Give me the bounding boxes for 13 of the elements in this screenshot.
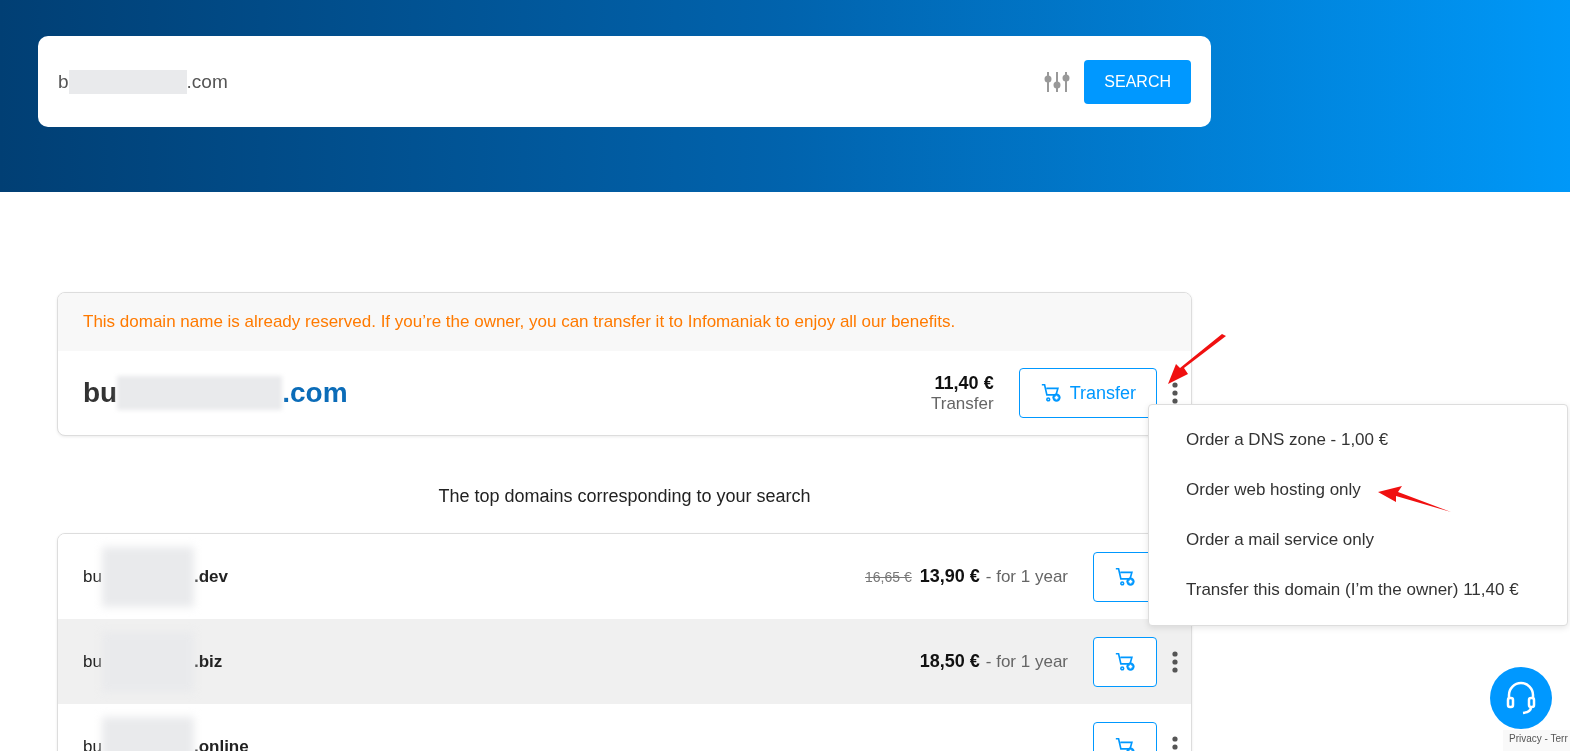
section-heading: The top domains corresponding to your search	[437, 486, 812, 507]
price-label: Transfer	[930, 393, 994, 414]
old-price: 16,65 €	[865, 568, 912, 585]
reserved-notice: This domain name is already reserved. If you’re the owner, you can transfer it to Infomaniak to enjoy all our benefits.	[58, 293, 1191, 351]
domain-name: bu .online	[83, 716, 1093, 751]
domain-name: bu .biz	[83, 631, 920, 692]
price: 13,90 €	[919, 566, 980, 587]
domain-name: bu .dev	[83, 546, 865, 607]
price-period: - for 1 year	[985, 566, 1068, 587]
domain-name: bu .com	[83, 376, 349, 410]
price-period: - for 1 year	[985, 651, 1068, 672]
price: 11,40 €	[934, 372, 994, 394]
price: 18,50 €	[919, 651, 980, 672]
